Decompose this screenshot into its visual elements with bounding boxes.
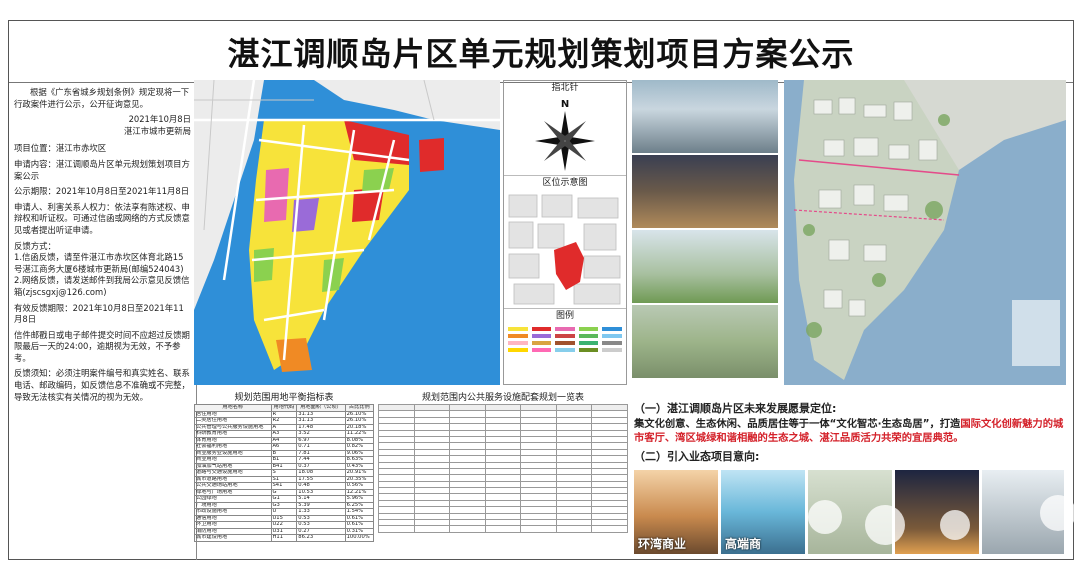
table-cell (449, 525, 486, 533)
decorative-bubble (1040, 495, 1076, 531)
notice-issuer: 湛江市城市更新局 (124, 125, 191, 136)
aerial-rendering-drawing (784, 80, 1066, 385)
notice-applicant: 申请内容：湛江调顺岛片区单元规划策划项目方案公示 (14, 158, 190, 181)
table-header-cell: 用地代码 (270, 404, 298, 412)
notice-notes: 反馈须知：必须注明案件编号和真实姓名、联系电话、邮政编码，如反馈信息不准确或不完… (14, 368, 190, 402)
table-cell (520, 525, 557, 533)
land-balance-table-panel: 规划范围用地平衡指标表 用地名称 用地代码 用地面积（公顷） 占比比例 居住用地… (194, 392, 375, 542)
table-cell (413, 525, 451, 533)
table-row: 城市建设用地 H11 86.23 100.00% (194, 534, 375, 542)
photo-night-mall (632, 155, 778, 228)
table-cell (378, 525, 415, 533)
biz-tile-4 (895, 470, 979, 554)
notice-date: 2021年10月8日 (128, 114, 191, 125)
table-cell: H11 (270, 534, 298, 542)
reference-photos (632, 80, 782, 385)
map-info-panel: 指北针 N 区位示意图 图例 (503, 80, 627, 385)
notice-deadline: 信件邮戳日或电子邮件提交时间不应超过反馈期限最后一天的24:00，逾期视为无效，… (14, 329, 190, 363)
table-cell: 86.23 (296, 534, 346, 542)
biz-tile-caption: 环湾商业 (638, 537, 687, 551)
table-cell: 100.00% (344, 534, 375, 542)
aerial-rendering (784, 80, 1066, 385)
land-balance-table-title: 规划范围用地平衡指标表 (234, 393, 334, 403)
biz-tile-highend: 高端商 (721, 470, 805, 554)
land-balance-table: 用地名称 用地代码 用地面积（公顷） 占比比例 居住用地 R 31.13 26.10%… (194, 404, 375, 542)
table-cell (555, 525, 593, 533)
table-cell (484, 525, 522, 533)
decorative-bubble (865, 505, 905, 545)
decorative-bubble (940, 510, 970, 540)
photo-aerial-block (632, 305, 778, 378)
notice-intro: 根据《广东省城乡规划条例》规定现将一下行政案件进行公示，公开征询意见。 (14, 87, 190, 109)
decorative-bubble (808, 500, 842, 534)
notice-period: 公示期限：2021年10月8日至2021年11月8日 (14, 186, 190, 197)
north-letter: N (561, 99, 569, 110)
table-cell: 城市建设用地 (194, 534, 272, 542)
title-bar: 湛江调顺岛片区单元规划策划项目方案公示 (9, 21, 1073, 83)
biz-tile-waterfront: 环湾商业 (634, 470, 718, 554)
legend (504, 323, 626, 401)
land-use-map (194, 80, 500, 385)
notice-rights: 申请人、利害关系人权力：依法享有陈述权、申辩权和听证权。可通过信函或网络的方式反… (14, 201, 190, 235)
vision-body: 集文化创意、生态休闲、品质居住等于一体“文化智芯·生态岛居”，打造国际文化创新魅… (634, 417, 1064, 446)
notice-feedback-title: 反馈方式： (14, 240, 56, 251)
notice-valid-period: 有效反馈期限：2021年10月8日至2021年11月8日 (14, 302, 184, 325)
vision-heading: （一）湛江调顺岛片区未来发展愿景定位: (634, 402, 837, 415)
business-heading: （二）引入业态项目意向: (634, 449, 760, 463)
table-cell: 公共管理与公共服务设施用地 (194, 423, 272, 431)
notice-location: 项目位置：湛江市赤坎区 (14, 143, 107, 154)
north-arrow: N (504, 95, 626, 175)
notice-feedback-letter: 1.信函反馈，请至件湛江市赤坎区体育北路15号湛江商务大厦6楼城市更新局(邮编5… (14, 252, 184, 274)
public-service-table-panel: 规划范围内公共服务设施配套规划一览表 (378, 392, 628, 537)
photo-towers (632, 80, 778, 153)
table-cell (591, 525, 628, 533)
notice-feedback-email: 2.网络反馈，请发送邮件到我局公示意见反馈信箱(zjscsgxj@126.com… (14, 275, 190, 297)
vision-body-text: 集文化创意、生态休闲、品质居住等于一体“文化智芯·生态岛居”，打造 (634, 417, 961, 430)
biz-tile-caption: 高端商 (725, 537, 762, 551)
business-tiles: 环湾商业 高端商 (634, 470, 1064, 554)
vision-section: （一）湛江调顺岛片区未来发展愿景定位: 集文化创意、生态休闲、品质居住等于一体“… (634, 402, 1064, 464)
land-use-map-drawing (194, 80, 500, 385)
page-title: 湛江调顺岛片区单元规划策划项目方案公示 (227, 34, 855, 73)
north-arrow-title: 指北针 (551, 83, 579, 93)
table-header-cell: 用地面积（公顷） (296, 404, 346, 412)
public-service-table (378, 403, 628, 533)
public-service-table-title: 规划范围内公共服务设施配套规划一览表 (421, 393, 584, 403)
photo-park (632, 230, 778, 303)
notice-column: 根据《广东省城乡规划条例》规定现将一下行政案件进行公示，公开征询意见。 2021… (9, 84, 197, 560)
location-map (504, 190, 626, 308)
legend-title: 图例 (555, 311, 574, 321)
table-header-cell: 占比比例 (344, 404, 375, 412)
compass-icon: N (535, 99, 595, 171)
table-row (378, 525, 628, 533)
location-map-title: 区位示意图 (542, 178, 588, 188)
